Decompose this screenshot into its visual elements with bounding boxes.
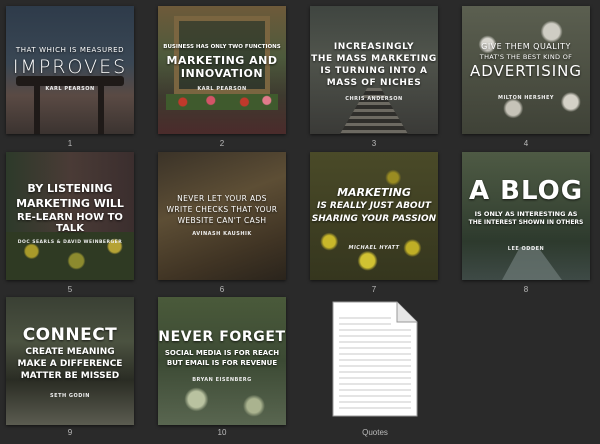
quote-line: BUT EMAIL IS FOR REVENUE [166,359,278,367]
quote-author: BRYAN EISENBERG [192,377,252,383]
thumbnail-label: 1 [67,139,73,148]
quote-author: MILTON HERSHEY [497,95,555,101]
quote-line: NEVER FORGET [158,329,286,345]
thumbnail-3[interactable]: INCREASINGLY THE MASS MARKETING IS TURNI… [310,6,438,134]
quote-line: GIVE THEM QUALITY [481,42,571,51]
quote-author: KARL PEARSON [45,86,95,92]
thumbnail-label: 7 [371,285,377,294]
thumbnail-label: 6 [219,285,225,294]
quote-line: INNOVATION [180,67,264,80]
quote-line: BY LISTENING [27,182,113,195]
quote-line: CREATE MEANING [25,347,115,357]
flower-box [166,94,278,110]
thumbnail-8[interactable]: A BLOG IS ONLY AS INTERESTING AS THE INT… [462,152,590,280]
quote-line: IMPROVES [12,56,128,78]
quote-line: THAT'S THE BEST KIND OF [479,53,573,61]
document-icon[interactable] [331,300,419,418]
thumbnail-label: 3 [371,139,377,148]
document-label: Quotes [362,428,388,437]
quote-line: MAKE A DIFFERENCE [17,359,123,369]
quote-author: SETH GODIN [50,393,90,399]
thumbnail-label: 2 [219,139,225,148]
bench-leg [98,86,104,134]
quote-author: KARL PEARSON [197,86,247,92]
thumbnail-10[interactable]: NEVER FORGET SOCIAL MEDIA IS FOR REACH B… [158,297,286,425]
thumbnail-7[interactable]: MARKETING IS REALLY JUST ABOUT SHARING Y… [310,152,438,280]
quote-line: MARKETING AND [166,54,278,67]
quote-line: RE-LEARN HOW TO TALK [17,212,123,234]
text-file-icon [332,301,418,417]
bench-leg [34,86,40,134]
thumbnail-1[interactable]: THAT WHICH IS MEASURED IMPROVES KARL PEA… [6,6,134,134]
quote-line: SOCIAL MEDIA IS FOR REACH [164,349,280,357]
quote-line: A BLOG [468,176,584,206]
quote-line: IS ONLY AS INTERESTING AS [474,210,578,218]
quote-line: MARKETING WILL [16,197,124,210]
quote-author: DOC SEARLS & DAVID WEINBERGER [17,240,123,245]
thumbnail-label: 4 [523,139,529,148]
quote-line: SHARING YOUR PASSION [311,214,437,224]
thumbnail-label: 10 [217,428,227,437]
quote-line: NEVER LET YOUR ADS [177,194,267,203]
rail-track [340,88,408,134]
thumbnail-label: 5 [67,285,73,294]
quote-author: AVINASH KAUSHIK [192,231,252,237]
quote-line: IS REALLY JUST ABOUT [316,201,432,211]
thumbnail-9[interactable]: CONNECT CREATE MEANING MAKE A DIFFERENCE… [6,297,134,425]
quote-line: CONNECT [22,325,118,345]
thumbnail-2[interactable]: BUSINESS HAS ONLY TWO FUNCTIONS MARKETIN… [158,6,286,134]
quote-author: LEE ODDEN [507,246,545,252]
thumbnail-5[interactable]: BY LISTENING MARKETING WILL RE-LEARN HOW… [6,152,134,280]
thumbnail-4[interactable]: GIVE THEM QUALITY THAT'S THE BEST KIND O… [462,6,590,134]
quote-line: MASS OF NICHES [326,78,422,88]
thumbnail-6[interactable]: NEVER LET YOUR ADS WRITE CHECKS THAT YOU… [158,152,286,280]
thumbnail-label: 9 [67,428,73,437]
quote-line: INCREASINGLY [333,42,415,52]
quote-line: WRITE CHECKS THAT YOUR [166,205,278,214]
quote-line: ADVERTISING [470,62,582,80]
quote-line: BUSINESS HAS ONLY TWO FUNCTIONS [163,44,281,50]
quote-line: THE MASS MARKETING [311,54,437,64]
quote-line: MATTER BE MISSED [20,371,120,381]
quote-author: CHRIS ANDERSON [345,96,403,102]
quote-line: IS TURNING INTO A [320,66,428,76]
quote-author: MICHAEL HYATT [348,245,400,251]
quote-line: MARKETING [337,186,411,199]
quote-line: THE INTEREST SHOWN IN OTHERS [468,219,584,226]
quote-line: THAT WHICH IS MEASURED [15,46,125,54]
quote-line: WEBSITE CAN'T CASH [177,216,267,225]
thumbnail-label: 8 [523,285,529,294]
